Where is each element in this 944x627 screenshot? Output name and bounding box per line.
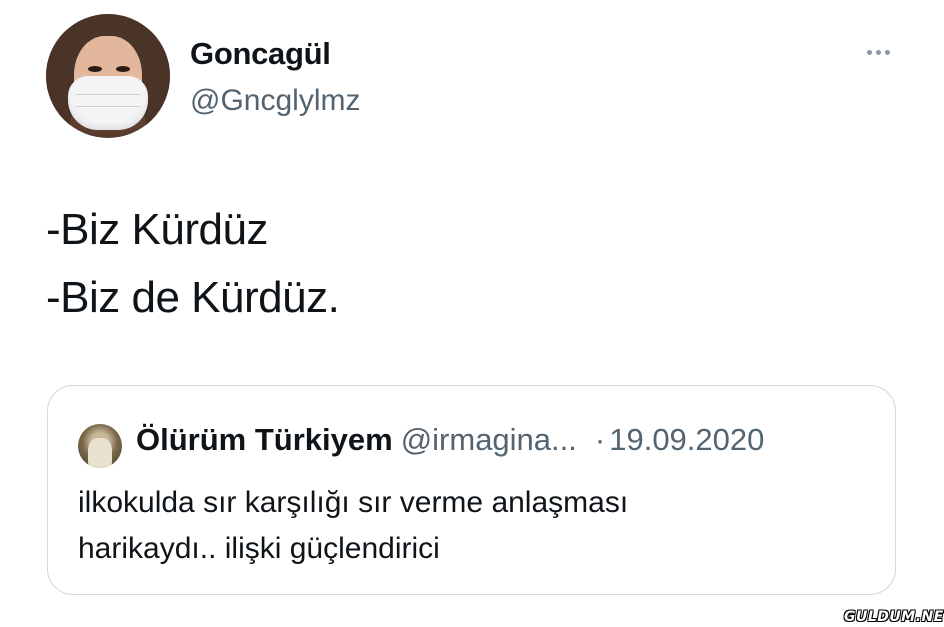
- quoted-author-handle: @irmagina...: [400, 422, 577, 457]
- header-separator: ·: [594, 422, 606, 457]
- author-display-name[interactable]: Goncagül: [190, 36, 331, 72]
- author-handle[interactable]: @Gncglylmz: [190, 84, 360, 118]
- tweet-line: -Biz Kürdüz: [46, 205, 268, 254]
- quoted-author-name: Ölürüm Türkiyem: [136, 422, 393, 457]
- author-avatar[interactable]: [46, 14, 170, 138]
- tweet-line: -Biz de Kürdüz.: [46, 273, 340, 322]
- quoted-tweet-line: harikaydı.. ilişki güçlendirici: [78, 532, 440, 565]
- more-dot: [875, 49, 881, 55]
- tweet-text: -Biz Kürdüz -Biz de Kürdüz.: [46, 196, 340, 332]
- quoted-tweet-text: ilkokulda sır karşılığı sır verme anlaşm…: [78, 480, 628, 572]
- avatar-eye-right: [116, 66, 130, 72]
- quoted-tweet-header: Ölürüm Türkiyem @irmagina... · 19.09.2020: [136, 422, 764, 458]
- more-dot: [884, 49, 890, 55]
- quoted-tweet-card[interactable]: Ölürüm Türkiyem @irmagina... · 19.09.2020 i…: [47, 385, 896, 595]
- quoted-tweet-line: ilkokulda sır karşılığı sır verme anlaşm…: [78, 486, 629, 519]
- site-watermark: GULDUM.NET: [844, 609, 944, 625]
- quoted-tweet-date: 19.09.2020: [609, 422, 765, 457]
- more-options-icon[interactable]: [858, 40, 898, 64]
- avatar-face-mask: [68, 76, 148, 130]
- more-dot: [866, 49, 872, 55]
- quoted-author-avatar: [78, 424, 122, 468]
- avatar-eye-left: [88, 66, 102, 72]
